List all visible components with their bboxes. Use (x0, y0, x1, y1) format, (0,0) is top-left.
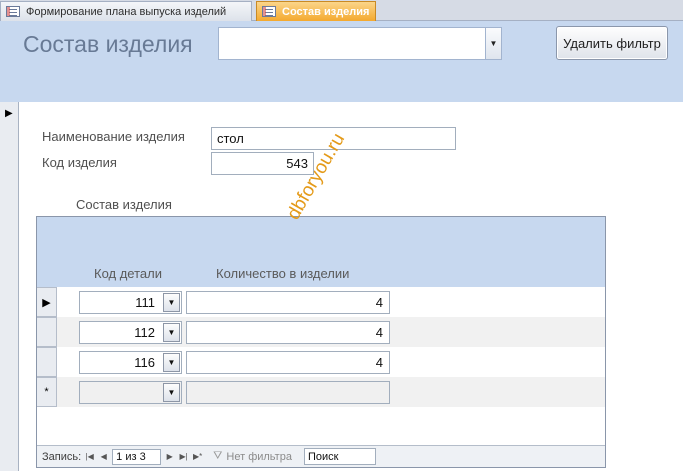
part-code-cell[interactable]: ▼ (79, 381, 182, 404)
last-record-icon[interactable]: ▶| (178, 452, 189, 461)
form-header: Состав изделия ▼ Удалить фильтр (0, 21, 683, 102)
tab-product-composition[interactable]: Состав изделия (256, 1, 376, 21)
column-header-quantity: Количество в изделии (216, 266, 350, 281)
column-header-part-code: Код детали (94, 266, 162, 281)
chevron-down-icon[interactable]: ▼ (163, 293, 180, 312)
record-position-input[interactable]: 1 из 3 (112, 448, 162, 465)
record-navigation-bar: Запись: |◀ ◀ 1 из 3 ▶ ▶| ▶* ⛛ Нет фильтр… (37, 445, 605, 467)
current-record-icon: ▶ (5, 108, 13, 119)
quantity-cell[interactable] (186, 381, 390, 404)
form-icon (262, 6, 276, 17)
chevron-down-icon[interactable]: ▼ (163, 353, 180, 372)
search-input[interactable]: Поиск (303, 448, 376, 465)
composition-subform: Код детали Количество в изделии ▶ 111 ▼ … (36, 216, 606, 468)
part-code-cell[interactable]: 116 ▼ (79, 351, 182, 374)
chevron-down-icon[interactable]: ▼ (163, 323, 180, 342)
part-code-value: 111 (135, 295, 155, 310)
record-selector[interactable]: ▶ (0, 102, 19, 471)
part-code-value: 116 (134, 355, 155, 370)
chevron-down-icon[interactable]: ▼ (485, 28, 501, 59)
tab-product-composition-label: Состав изделия (282, 5, 370, 18)
subform-header: Код детали Количество в изделии (37, 217, 605, 287)
new-record-row[interactable]: * ▼ (37, 377, 605, 407)
filter-off-icon: ⛛ (213, 450, 223, 462)
product-filter-combo[interactable]: ▼ (218, 27, 502, 60)
table-row[interactable]: 116 ▼ 4 (37, 347, 605, 377)
next-record-icon[interactable]: ▶ (164, 452, 175, 461)
filter-toggle[interactable]: ⛛ Нет фильтра (213, 450, 292, 463)
new-record-nav-icon[interactable]: ▶* (192, 452, 203, 461)
current-row-icon[interactable]: ▶ (37, 287, 57, 317)
filter-label: Нет фильтра (226, 450, 292, 463)
row-selector[interactable] (37, 317, 57, 347)
table-row[interactable]: 112 ▼ 4 (37, 317, 605, 347)
first-record-icon[interactable]: |◀ (84, 452, 95, 461)
clear-filter-button[interactable]: Удалить фильтр (556, 26, 668, 60)
new-record-icon[interactable]: * (37, 377, 57, 407)
document-tab-bar: Формирование плана выпуска изделий Соста… (0, 0, 683, 21)
quantity-cell[interactable]: 4 (186, 321, 390, 344)
quantity-cell[interactable]: 4 (186, 351, 390, 374)
form-icon (6, 6, 20, 17)
previous-record-icon[interactable]: ◀ (98, 452, 109, 461)
tab-plan[interactable]: Формирование плана выпуска изделий (0, 1, 252, 21)
chevron-down-icon[interactable]: ▼ (163, 383, 180, 402)
page-title: Состав изделия (23, 31, 193, 57)
part-code-cell[interactable]: 112 ▼ (79, 321, 182, 344)
product-name-label: Наименование изделия (42, 129, 185, 144)
part-code-value: 112 (134, 325, 155, 340)
row-selector[interactable] (37, 347, 57, 377)
subform-caption: Состав изделия (76, 197, 172, 212)
product-code-label: Код изделия (42, 155, 117, 170)
part-code-cell[interactable]: 111 ▼ (79, 291, 182, 314)
table-row[interactable]: ▶ 111 ▼ 4 (37, 287, 605, 317)
tab-plan-label: Формирование плана выпуска изделий (26, 5, 227, 18)
record-label: Запись: (42, 450, 82, 463)
product-code-field[interactable]: 543 (211, 152, 314, 175)
quantity-cell[interactable]: 4 (186, 291, 390, 314)
